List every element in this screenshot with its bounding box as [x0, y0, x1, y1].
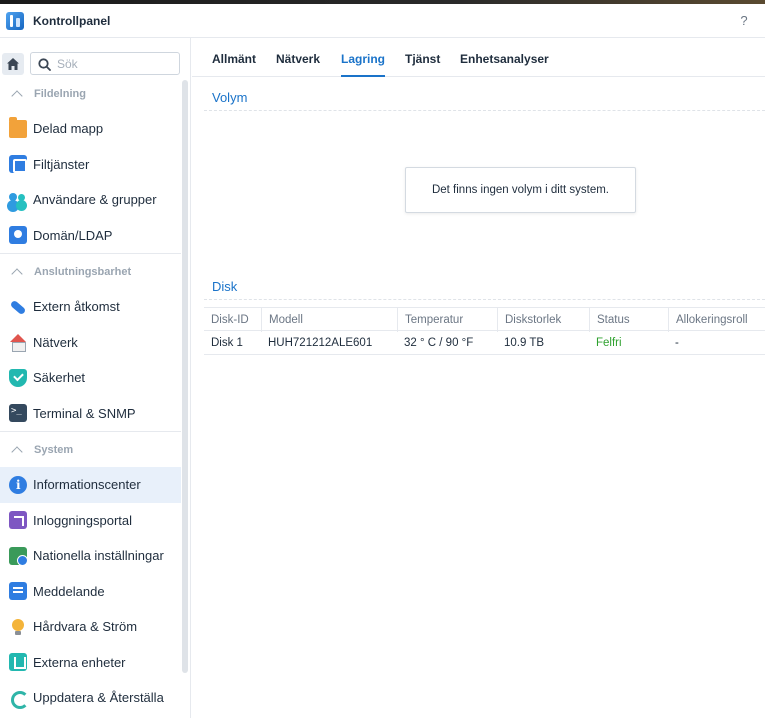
sidebar-item-label: Delad mapp	[33, 121, 104, 137]
info-center-icon	[9, 475, 27, 494]
sidebar-group-label: Anslutningsbarhet	[34, 265, 132, 278]
sidebar-nav: Fildelning Delad mapp Filtjänster Användare…	[0, 76, 181, 716]
search-box[interactable]	[30, 52, 180, 75]
search-input[interactable]	[57, 55, 172, 72]
title-bar: Kontrollpanel ?	[0, 4, 765, 38]
sidebar-item-label: Inloggningsportal	[33, 512, 133, 528]
sidebar-group-fildelning[interactable]: Fildelning	[0, 76, 181, 111]
tab-service[interactable]: Tjänst	[405, 52, 440, 77]
sidebar-item-natverk[interactable]: Nätverk	[0, 325, 181, 361]
sidebar-item-filtjanster[interactable]: Filtjänster	[0, 147, 181, 183]
control-panel-icon	[6, 12, 24, 30]
window-title: Kontrollpanel	[33, 14, 111, 28]
chevron-up-icon	[11, 445, 23, 458]
sidebar-item-terminal-snmp[interactable]: Terminal & SNMP	[0, 396, 181, 432]
disk-divider	[204, 299, 765, 300]
tab-device-analytics[interactable]: Enhetsanalyser	[460, 52, 549, 77]
tab-bar: Allmänt Nätverk Lagring Tjänst Enhetsana…	[192, 38, 765, 77]
users-groups-icon	[9, 191, 27, 209]
sidebar-group-system[interactable]: System	[0, 432, 181, 467]
sidebar-item-hardvara-strom[interactable]: Hårdvara & Ström	[0, 609, 181, 645]
column-header-status[interactable]: Status	[589, 308, 668, 332]
cell-disk-size: 10.9 TB	[504, 337, 545, 349]
sidebar-scrollbar[interactable]	[182, 80, 188, 673]
sidebar-item-anvandare-grupper[interactable]: Användare & grupper	[0, 182, 181, 218]
cell-allocation-role: -	[675, 337, 679, 349]
sidebar-group-label: System	[34, 443, 74, 456]
disk-section-title: Disk	[212, 279, 238, 294]
volume-divider	[204, 110, 765, 111]
home-icon	[7, 58, 19, 70]
sidebar-item-label: Nationella inställningar	[33, 548, 164, 564]
sidebar-item-label: Användare & grupper	[33, 192, 157, 208]
login-portal-icon	[9, 511, 27, 530]
domain-ldap-icon	[9, 226, 27, 245]
disk-table: Disk-ID Modell Temperatur Diskstorlek St…	[204, 307, 765, 355]
column-header-model[interactable]: Modell	[261, 308, 397, 332]
network-icon	[9, 333, 27, 353]
sidebar-item-informationscenter[interactable]: Informationscenter	[0, 467, 181, 503]
update-restore-icon	[9, 689, 29, 709]
sidebar-item-label: Hårdvara & Ström	[33, 619, 138, 635]
terminal-icon	[9, 404, 27, 423]
sidebar-item-nationella-installningar[interactable]: Nationella inställningar	[0, 538, 181, 574]
no-volume-message: Det finns ingen volym i ditt system.	[405, 167, 636, 213]
sidebar-item-label: Informationscenter	[33, 477, 141, 493]
sidebar-group-anslutningsbarhet[interactable]: Anslutningsbarhet	[0, 254, 181, 289]
security-icon	[9, 368, 27, 387]
column-header-disk-size[interactable]: Diskstorlek	[497, 308, 589, 332]
file-services-icon	[9, 155, 27, 174]
sidebar-item-label: Säkerhet	[33, 370, 86, 386]
volume-section-title: Volym	[212, 90, 248, 105]
regional-options-icon	[9, 546, 28, 566]
hardware-power-icon	[9, 618, 27, 636]
cell-status: Felfri	[596, 337, 622, 349]
sidebar-item-meddelande[interactable]: Meddelande	[0, 574, 181, 610]
cell-disk-id: Disk 1	[211, 337, 243, 349]
table-header: Disk-ID Modell Temperatur Diskstorlek St…	[204, 307, 765, 332]
notification-icon	[9, 582, 27, 601]
sidebar-item-doman-ldap[interactable]: Domän/LDAP	[0, 218, 181, 254]
cell-model: HUH721212ALE601	[268, 337, 373, 349]
sidebar-item-extern-atkomst[interactable]: Extern åtkomst	[0, 289, 181, 325]
column-header-allocation-role[interactable]: Allokeringsroll	[668, 308, 765, 332]
sidebar-item-label: Domän/LDAP	[33, 227, 113, 243]
column-header-temperature[interactable]: Temperatur	[397, 308, 497, 332]
tab-general[interactable]: Allmänt	[212, 52, 256, 77]
tab-network[interactable]: Nätverk	[276, 52, 320, 77]
sidebar-item-uppdatera-aterstalla[interactable]: Uppdatera & Återställa	[0, 680, 181, 716]
sidebar-item-inloggningsportal[interactable]: Inloggningsportal	[0, 503, 181, 539]
sidebar-item-externa-enheter[interactable]: Externa enheter	[0, 645, 181, 681]
main-panel: Allmänt Nätverk Lagring Tjänst Enhetsana…	[192, 38, 765, 718]
shared-folder-icon	[9, 116, 27, 138]
help-button[interactable]: ?	[737, 13, 751, 29]
sidebar-item-label: Nätverk	[33, 334, 78, 350]
chevron-up-icon	[11, 267, 23, 280]
tab-storage[interactable]: Lagring	[341, 52, 385, 77]
sidebar-item-label: Terminal & SNMP	[33, 405, 136, 421]
external-devices-icon	[9, 653, 27, 672]
cell-temperature: 32 ° C / 90 °F	[404, 337, 474, 349]
sidebar: Fildelning Delad mapp Filtjänster Användare…	[0, 38, 191, 718]
column-header-disk-id[interactable]: Disk-ID	[204, 308, 261, 332]
sidebar-item-delad-mapp[interactable]: Delad mapp	[0, 111, 181, 147]
table-row[interactable]: Disk 1 HUH721212ALE601 32 ° C / 90 °F 10…	[204, 331, 765, 355]
home-button[interactable]	[2, 53, 24, 75]
sidebar-item-label: Filtjänster	[33, 156, 90, 172]
external-access-icon	[9, 298, 27, 316]
sidebar-group-label: Fildelning	[34, 87, 86, 100]
sidebar-item-sakerhet[interactable]: Säkerhet	[0, 360, 181, 396]
sidebar-item-label: Extern åtkomst	[33, 299, 120, 315]
sidebar-item-label: Uppdatera & Återställa	[33, 690, 164, 706]
sidebar-item-label: Meddelande	[33, 583, 105, 599]
sidebar-item-label: Externa enheter	[33, 654, 126, 670]
search-icon	[38, 58, 51, 71]
chevron-up-icon	[11, 89, 23, 102]
